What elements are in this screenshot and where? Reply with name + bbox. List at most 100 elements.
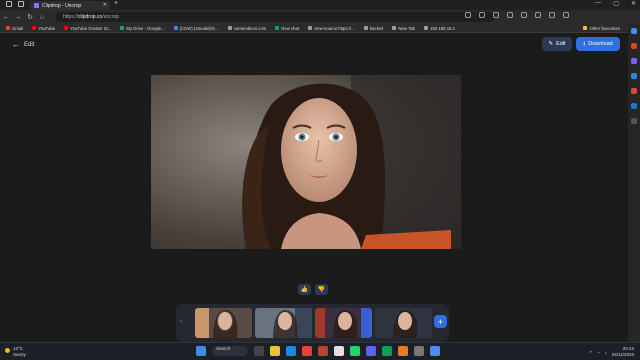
back-to-edit[interactable]: ← Edit <box>12 40 34 49</box>
folder-icon <box>583 26 588 30</box>
volume-icon[interactable]: ♪ <box>605 350 607 355</box>
bookmark-item[interactable]: camembinni.com <box>227 26 266 31</box>
games-icon[interactable] <box>631 73 637 79</box>
bookmark-item[interactable]: New chat <box>275 26 299 31</box>
discord-icon[interactable] <box>366 346 376 356</box>
variation-image <box>195 308 252 338</box>
bookmark-item[interactable]: (CDW) (2model)Gi... <box>173 26 219 31</box>
downloads-icon[interactable] <box>549 12 555 18</box>
variation-thumbnail[interactable] <box>375 308 432 338</box>
url-path: /uncrop <box>102 14 119 20</box>
powerpoint-icon[interactable] <box>318 346 328 356</box>
home-icon[interactable]: ⌂ <box>36 14 48 21</box>
outlook-icon[interactable] <box>631 103 637 109</box>
bookmark-favicon-icon <box>173 26 178 30</box>
bookmark-favicon-icon <box>6 26 10 30</box>
tab-clipdrop[interactable]: Clipdrop - Uncrop ✕ <box>30 1 110 10</box>
app-icon[interactable] <box>382 346 392 356</box>
thumbs-down-button[interactable]: 👎 <box>315 284 328 295</box>
download-button[interactable]: ⭳ Download <box>576 37 620 51</box>
wifi-icon[interactable]: ◔ <box>597 350 600 355</box>
tab-title: Clipdrop - Uncrop <box>42 2 82 9</box>
edge-sidebar <box>628 24 640 342</box>
task-view-icon[interactable] <box>254 346 264 356</box>
bookmark-favicon-icon <box>308 26 313 30</box>
shopping-icon[interactable] <box>631 43 637 49</box>
variation-thumbnail[interactable] <box>195 308 252 338</box>
plus-icon: + <box>437 316 444 327</box>
variation-thumbnail[interactable] <box>315 308 372 338</box>
other-favourites[interactable]: Other favourites <box>583 26 620 31</box>
clock[interactable]: 20:43 24/11/2023 <box>612 346 634 358</box>
address-bar[interactable]: https://clipdrop.co/uncrop <box>55 12 495 22</box>
more-icon[interactable] <box>563 12 569 18</box>
bookmark-item[interactable]: YouTube <box>32 26 55 31</box>
whatsapp-icon[interactable] <box>350 346 360 356</box>
app-icon[interactable] <box>414 346 424 356</box>
close-tab-icon[interactable]: ✕ <box>103 2 107 8</box>
photos-icon[interactable] <box>334 346 344 356</box>
thumbs-down-icon: 👎 <box>317 287 326 293</box>
title-bar: Clipdrop - Uncrop ✕ + — ▢ ✕ <box>0 0 640 10</box>
extensions-icon[interactable] <box>493 12 499 18</box>
close-window-icon[interactable]: ✕ <box>631 0 636 7</box>
bookmark-item[interactable]: Gmail <box>6 26 23 31</box>
bookmark-favicon-icon <box>64 26 69 30</box>
new-tab-button[interactable]: + <box>114 0 118 7</box>
uncropped-photo <box>151 75 461 249</box>
portrait-image <box>151 75 461 249</box>
split-screen-icon[interactable] <box>507 12 513 18</box>
variation-thumbnail[interactable] <box>255 308 312 338</box>
bookmark-favicon-icon <box>32 26 37 30</box>
collections-icon[interactable] <box>535 12 541 18</box>
chevron-up-icon[interactable]: ^ <box>590 350 592 355</box>
file-explorer-icon[interactable] <box>270 346 280 356</box>
toolbar-icons <box>465 12 569 18</box>
add-sidebar-icon[interactable] <box>631 118 637 124</box>
vlc-icon[interactable] <box>398 346 408 356</box>
start-icon[interactable] <box>196 346 206 356</box>
forward-icon[interactable]: → <box>12 14 24 21</box>
taskbar-search[interactable]: Search <box>212 346 248 356</box>
edit-label: Edit <box>556 41 566 47</box>
weather-widget[interactable]: 13°C Sunny <box>5 346 26 358</box>
office-icon[interactable] <box>631 88 637 94</box>
app-icon[interactable] <box>430 346 440 356</box>
weather-condition: Sunny <box>13 352 26 357</box>
bookmark-favicon-icon <box>227 26 232 30</box>
bookmark-item[interactable]: 192.168.15.1 <box>424 26 455 31</box>
tools-icon[interactable] <box>631 58 637 64</box>
bookmark-favicon-icon <box>363 26 368 30</box>
thumbs-up-button[interactable]: 👍 <box>298 284 311 295</box>
variation-image <box>255 308 312 338</box>
tab-actions-icon[interactable] <box>18 1 24 7</box>
favorite-star-icon[interactable] <box>479 12 485 18</box>
bookmarks-bar: Gmail YouTube YouTube Creator St... My Driv… <box>0 24 640 33</box>
variations-strip: ‹ + <box>176 304 449 342</box>
favorites-icon[interactable] <box>521 12 527 18</box>
maximize-icon[interactable]: ▢ <box>613 0 619 7</box>
variation-image <box>315 308 372 338</box>
edge-icon[interactable] <box>286 346 296 356</box>
bookmark-item[interactable]: YouTube Creator St... <box>64 26 111 31</box>
bookmark-item[interactable]: view-source:https://... <box>308 26 355 31</box>
search-sidebar-icon[interactable] <box>631 28 637 34</box>
chevron-left-icon[interactable]: ‹ <box>180 316 183 325</box>
back-icon[interactable]: ← <box>0 14 12 21</box>
clipdrop-app: ← Edit ✎ Edit ⭳ Download 👍 👎 ‹ + <box>0 34 628 342</box>
bookmark-item[interactable]: My Drive - Google... <box>120 26 165 31</box>
profile-icon[interactable] <box>6 1 12 7</box>
chrome-icon[interactable] <box>302 346 312 356</box>
download-label: Download <box>588 41 613 47</box>
system-tray: ^ ◔ ♪ 20:43 24/11/2023 <box>590 346 634 358</box>
edit-button[interactable]: ✎ Edit <box>542 37 572 51</box>
taskbar-apps: Search <box>196 346 440 356</box>
add-variation-button[interactable]: + <box>434 315 447 328</box>
windows-taskbar: 13°C Sunny Search ^ ◔ ♪ 20:43 24/11/2023 <box>0 342 640 360</box>
read-aloud-icon[interactable] <box>465 12 471 18</box>
minimize-icon[interactable]: — <box>595 0 601 7</box>
refresh-icon[interactable]: ↻ <box>24 13 36 21</box>
bookmark-item[interactable]: New Tab <box>392 26 415 31</box>
url-prefix: https:// <box>63 14 79 20</box>
bookmark-item[interactable]: hackml <box>363 26 383 31</box>
